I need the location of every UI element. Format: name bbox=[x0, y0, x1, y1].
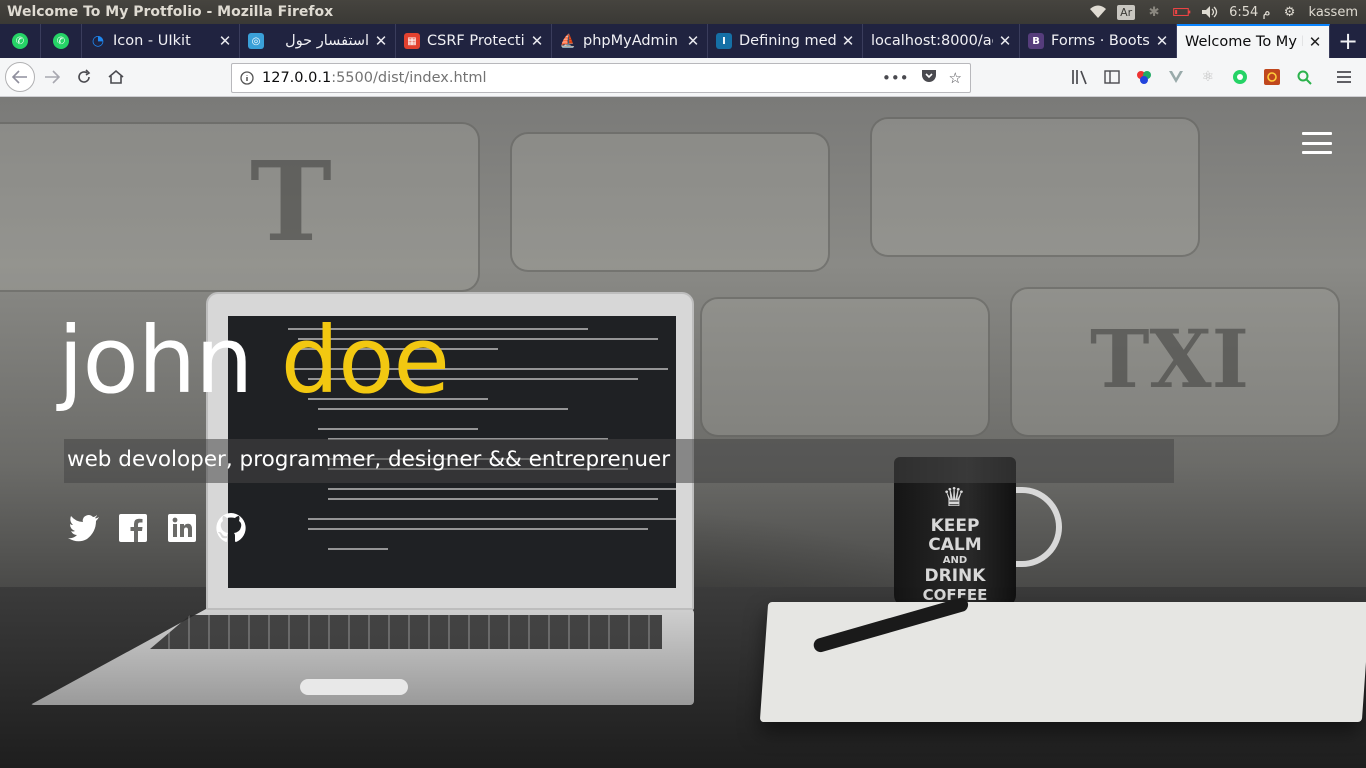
close-icon[interactable]: ✕ bbox=[1307, 33, 1323, 51]
tab-portfolio-active[interactable]: Welcome To My P ✕ bbox=[1177, 24, 1330, 58]
settings-gear-icon[interactable]: ⚙ bbox=[1281, 4, 1299, 20]
hamburger-bar bbox=[1302, 132, 1332, 135]
system-tray: Ar ✱ 6:54 م ⚙ kassem bbox=[1089, 4, 1366, 20]
social-links bbox=[68, 512, 247, 544]
sidebar-icon[interactable] bbox=[1102, 67, 1122, 87]
tab-strip: ✆ ✆ ◔ Icon - UIkit ✕ ◎ استفسار حول ✕ ▦ C… bbox=[0, 24, 1366, 58]
uikit-icon: ◔ bbox=[91, 33, 105, 49]
library-icon[interactable] bbox=[1070, 67, 1090, 87]
keyboard-layout-indicator[interactable]: Ar bbox=[1117, 4, 1136, 20]
clock[interactable]: 6:54 م bbox=[1229, 5, 1270, 20]
hamburger-bar bbox=[1302, 151, 1332, 154]
toolbar-extensions: ⚛ bbox=[1070, 58, 1354, 96]
arrow-left-icon bbox=[12, 70, 27, 84]
close-icon[interactable]: ✕ bbox=[217, 32, 233, 50]
wall-brick bbox=[0, 122, 480, 292]
site-icon: ◎ bbox=[248, 33, 264, 49]
hamburger-bar bbox=[1302, 141, 1332, 145]
github-icon[interactable] bbox=[215, 512, 247, 544]
bookmark-star-icon[interactable]: ☆ bbox=[949, 69, 962, 87]
hero-tagline: web devoloper, programmer, designer && e… bbox=[67, 447, 671, 472]
wifi-icon[interactable] bbox=[1089, 4, 1107, 20]
close-icon[interactable]: ✕ bbox=[685, 32, 701, 50]
arrow-right-icon bbox=[45, 70, 60, 84]
tab-localhost-admin[interactable]: localhost:8000/ad ✕ bbox=[863, 24, 1020, 58]
search-extension-icon[interactable] bbox=[1294, 67, 1314, 87]
vue-devtools-icon[interactable] bbox=[1166, 67, 1186, 87]
docs-icon: I bbox=[716, 33, 732, 49]
notebook bbox=[759, 602, 1366, 722]
hamburger-menu-button[interactable] bbox=[1302, 132, 1332, 154]
tab-whatsapp-1[interactable]: ✆ bbox=[0, 24, 41, 58]
bootstrap-icon: B bbox=[1028, 33, 1044, 49]
close-icon[interactable]: ✕ bbox=[997, 32, 1013, 50]
laptop-keyboard bbox=[150, 615, 662, 649]
whatsapp-icon: ✆ bbox=[12, 33, 28, 49]
close-icon[interactable]: ✕ bbox=[373, 32, 389, 50]
mug-text: KEEP CALM AND DRINK COFFEE bbox=[922, 516, 988, 605]
close-icon[interactable]: ✕ bbox=[529, 32, 545, 50]
hero-first-name: john bbox=[58, 307, 253, 414]
wall-brick bbox=[700, 297, 990, 437]
pocket-icon[interactable] bbox=[921, 69, 937, 88]
new-tab-button[interactable]: + bbox=[1330, 24, 1366, 58]
user-name[interactable]: kassem bbox=[1309, 5, 1358, 20]
home-icon bbox=[108, 69, 124, 84]
hero-last-name: doe bbox=[280, 307, 450, 414]
tab-uikit[interactable]: ◔ Icon - UIkit ✕ bbox=[82, 24, 240, 58]
portfolio-hero-section: T TXI ♛ KEEP CALM AND DRINK COFFEE john … bbox=[0, 97, 1366, 768]
tab-csrf[interactable]: ▦ CSRF Protecti ✕ bbox=[396, 24, 552, 58]
tab-phpmyadmin[interactable]: ⛵ phpMyAdmin ✕ bbox=[552, 24, 708, 58]
battery-icon[interactable] bbox=[1173, 4, 1191, 20]
forward-button[interactable] bbox=[37, 62, 67, 92]
reload-icon bbox=[78, 69, 91, 83]
home-button[interactable] bbox=[101, 62, 131, 92]
bluetooth-icon[interactable]: ✱ bbox=[1145, 4, 1163, 20]
tab-whatsapp-2[interactable]: ✆ bbox=[41, 24, 82, 58]
url-text[interactable]: 127.0.0.1:5500/dist/index.html bbox=[262, 70, 882, 86]
site-info-icon[interactable] bbox=[232, 71, 262, 85]
whatsapp-icon: ✆ bbox=[53, 33, 69, 49]
tab-bootstrap-forms[interactable]: B Forms · Boots ✕ bbox=[1020, 24, 1177, 58]
tab-arabic-inquiry[interactable]: ◎ استفسار حول ✕ bbox=[240, 24, 396, 58]
navigation-toolbar: 127.0.0.1:5500/dist/index.html ••• ☆ ⚛ bbox=[0, 58, 1366, 97]
close-icon[interactable]: ✕ bbox=[1154, 32, 1170, 50]
facebook-icon[interactable] bbox=[117, 512, 149, 544]
wall-stamp: T bbox=[250, 137, 332, 266]
window-title: Welcome To My Protfolio - Mozilla Firefo… bbox=[7, 4, 334, 20]
tab-defining-media[interactable]: I Defining med ✕ bbox=[708, 24, 863, 58]
close-icon[interactable]: ✕ bbox=[840, 32, 856, 50]
hero-name: john doe bbox=[58, 311, 450, 411]
volume-icon[interactable] bbox=[1201, 4, 1219, 20]
linkedin-icon[interactable] bbox=[166, 512, 198, 544]
crown-icon: ♛ bbox=[942, 483, 966, 513]
wall-brick bbox=[510, 132, 830, 272]
back-button[interactable] bbox=[5, 62, 35, 92]
menu-icon[interactable] bbox=[1334, 67, 1354, 87]
react-devtools-icon[interactable]: ⚛ bbox=[1198, 67, 1218, 87]
page-actions-icon[interactable]: ••• bbox=[882, 69, 909, 87]
ubuntu-extension-icon[interactable] bbox=[1262, 67, 1282, 87]
wall-stamp: TXI bbox=[1090, 312, 1250, 406]
laptop-trackpad bbox=[300, 679, 408, 695]
reload-button[interactable] bbox=[69, 62, 99, 92]
whatsapp-extension-icon[interactable] bbox=[1230, 67, 1250, 87]
phpmyadmin-icon: ⛵ bbox=[559, 33, 577, 49]
os-top-bar: Welcome To My Protfolio - Mozilla Firefo… bbox=[0, 0, 1366, 24]
laravel-icon: ▦ bbox=[404, 33, 420, 49]
url-bar[interactable]: 127.0.0.1:5500/dist/index.html ••• ☆ bbox=[231, 63, 971, 93]
color-extension-icon[interactable] bbox=[1134, 67, 1154, 87]
wall-brick bbox=[870, 117, 1200, 257]
twitter-icon[interactable] bbox=[68, 512, 100, 544]
